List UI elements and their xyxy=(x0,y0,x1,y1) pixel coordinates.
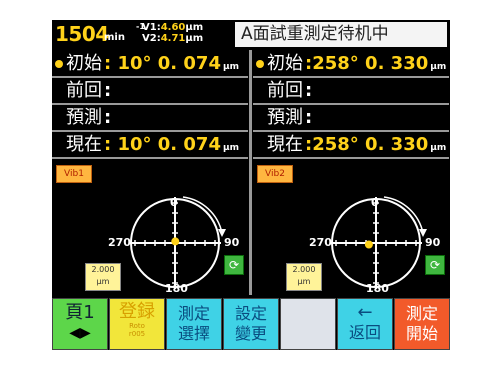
left-data-panel: 初始 : 10° 0. 074 μm 前回 : 預測 : 現在 : 10° 0. … xyxy=(52,51,248,159)
right-data-panel: 初始 :258° 0. 330 μm 前回 : 預測 : 現在 :258° 0. … xyxy=(253,51,449,159)
v1-readout: V1:4.60μm xyxy=(142,22,203,33)
back-label: 返回 xyxy=(348,323,381,342)
row-label: 前回 xyxy=(66,80,102,101)
register-sub: Roto r005 xyxy=(128,322,146,338)
row-value: :258° 0. 330 μm xyxy=(305,134,447,155)
measure-select-line2: 選擇 xyxy=(177,324,210,343)
row-value: : 10° 0. 074 μm xyxy=(104,53,239,74)
row-value: : xyxy=(104,80,112,101)
scale-unit: μm xyxy=(96,277,110,286)
right-polar-svg xyxy=(330,196,427,289)
scale-setting-button[interactable]: 2.000 μm xyxy=(85,263,121,291)
angle-label-top: 0 xyxy=(170,196,178,209)
register-button[interactable]: 登録 Roto r005 xyxy=(109,298,165,350)
selected-dot-icon xyxy=(256,60,264,68)
angle-label-right: 90 xyxy=(425,236,441,249)
right-row-predicted: 預測 : xyxy=(253,105,449,132)
register-label: 登録 xyxy=(119,301,155,322)
back-arrow-icon: ← xyxy=(357,302,373,323)
row-label: 初始 xyxy=(267,53,303,74)
row-label: 前回 xyxy=(267,80,303,101)
panel-divider xyxy=(249,50,252,295)
rpm-unit: min xyxy=(104,32,125,43)
right-row-previous: 前回 : xyxy=(253,78,449,105)
angle-label-right: 90 xyxy=(224,236,240,249)
v1-value: 4.60 xyxy=(160,22,186,33)
left-row-initial: 初始 : 10° 0. 074 μm xyxy=(52,51,248,78)
right-row-initial: 初始 :258° 0. 330 μm xyxy=(253,51,449,78)
row-value: : xyxy=(305,107,313,128)
rpm-value: 1504 xyxy=(55,22,109,46)
back-button[interactable]: ← 返回 xyxy=(337,298,393,350)
header-bar: 1504 min -1 V1:4.60μm V2:4.71μm A面試重測定待机… xyxy=(52,20,450,50)
row-label: 現在 xyxy=(267,134,303,155)
scale-value: 2.000 xyxy=(292,265,316,274)
function-button-bar: 頁1 ◀▶ 登録 Roto r005 測定 選擇 設定 變更 ← 返回 測定 開… xyxy=(52,298,450,350)
page-button[interactable]: 頁1 ◀▶ xyxy=(52,298,108,350)
row-value: :258° 0. 330 μm xyxy=(305,53,447,74)
v2-label: V2: xyxy=(142,33,161,44)
page-arrows-icon: ◀▶ xyxy=(69,325,91,341)
v2-readout: V2:4.71μm xyxy=(142,33,203,44)
scale-unit: μm xyxy=(297,277,311,286)
v2-unit: μm xyxy=(185,33,204,44)
row-value: : 10° 0. 074 μm xyxy=(104,134,239,155)
row-value: : xyxy=(104,107,112,128)
start-measure-button[interactable]: 測定 開始 xyxy=(394,298,450,350)
scale-setting-button[interactable]: 2.000 μm xyxy=(286,263,322,291)
v1-label: V1: xyxy=(142,22,161,33)
measure-select-line1: 測定 xyxy=(177,304,210,323)
row-label: 預測 xyxy=(267,107,303,128)
row-label: 預測 xyxy=(66,107,102,128)
status-message: A面試重測定待机中 xyxy=(235,22,447,47)
refresh-button[interactable]: ⟳ xyxy=(425,255,445,275)
left-row-predicted: 預測 : xyxy=(52,105,248,132)
settings-change-button[interactable]: 設定 變更 xyxy=(223,298,279,350)
row-value: : xyxy=(305,80,313,101)
right-polar-plot: Vib2 0 90 180 270 2.000 μm ⟳ xyxy=(253,163,449,295)
start-line2: 開始 xyxy=(405,324,438,343)
right-row-current: 現在 :258° 0. 330 μm xyxy=(253,132,449,159)
settings-line1: 設定 xyxy=(234,304,267,323)
device-screen: 1504 min -1 V1:4.60μm V2:4.71μm A面試重測定待机… xyxy=(52,20,450,350)
left-row-previous: 前回 : xyxy=(52,78,248,105)
selected-dot-icon xyxy=(55,60,63,68)
angle-label-bottom: 180 xyxy=(366,282,389,295)
scale-value: 2.000 xyxy=(91,265,115,274)
refresh-icon: ⟳ xyxy=(228,258,240,272)
angle-label-bottom: 180 xyxy=(165,282,188,295)
row-label: 現在 xyxy=(66,134,102,155)
refresh-button[interactable]: ⟳ xyxy=(224,255,244,275)
data-point xyxy=(171,237,180,246)
left-polar-plot: Vib1 0 90 180 270 2.000 μm ⟳ xyxy=(52,163,248,295)
angle-label-top: 0 xyxy=(371,196,379,209)
start-line1: 測定 xyxy=(405,304,438,323)
refresh-icon: ⟳ xyxy=(429,258,441,272)
blank-button[interactable] xyxy=(280,298,336,350)
v2-value: 4.71 xyxy=(160,33,186,44)
settings-line2: 變更 xyxy=(234,324,267,343)
angle-label-left: 270 xyxy=(108,236,131,249)
data-point xyxy=(364,240,373,249)
measure-select-button[interactable]: 測定 選擇 xyxy=(166,298,222,350)
row-label: 初始 xyxy=(66,53,102,74)
v1-unit: μm xyxy=(185,22,204,33)
page-label: 頁1 xyxy=(65,302,95,323)
left-row-current: 現在 : 10° 0. 074 μm xyxy=(52,132,248,159)
left-polar-svg xyxy=(129,196,226,289)
angle-label-left: 270 xyxy=(309,236,332,249)
